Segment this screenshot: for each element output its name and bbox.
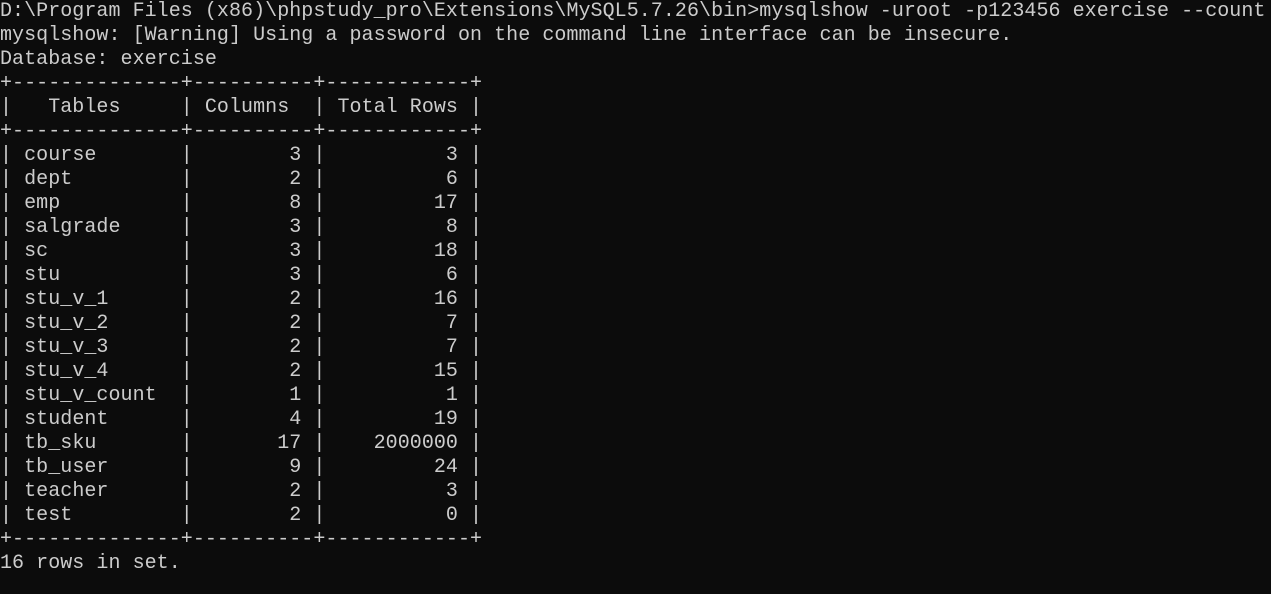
database-line: Database: exercise [0,48,217,71]
table-cell-columns: 2 [204,360,302,383]
table-cell-rows: 6 [337,264,458,287]
table-cell-rows: 1 [337,384,458,407]
table-cell-rows: 18 [337,240,458,263]
command-line: D:\Program Files (x86)\phpstudy_pro\Exte… [0,0,1266,23]
table-cell-columns: 1 [204,384,302,407]
table-cell-columns: 2 [204,288,302,311]
table-row: | tb_user | 9 | 24 | [0,456,483,479]
table-header-border: +--------------+----------+------------+ [0,120,483,143]
table-cell-rows: 6 [337,168,458,191]
table-cell-rows: 2000000 [337,432,458,455]
table-cell-table: emp [24,192,169,215]
table-cell-rows: 24 [337,456,458,479]
table-cell-table: tb_user [24,456,169,479]
table-cell-table: tb_sku [24,432,169,455]
table-cell-table: stu_v_2 [24,312,169,335]
table-header-row: | Tables | Columns | Total Rows | [0,96,483,119]
table-cell-columns: 2 [204,168,302,191]
table-cell-columns: 9 [204,456,302,479]
table-cell-columns: 3 [204,216,302,239]
table-cell-columns: 2 [204,480,302,503]
table-row: | stu_v_1 | 2 | 16 | [0,288,483,311]
table-row: | stu_v_2 | 2 | 7 | [0,312,483,335]
table-cell-table: stu_v_4 [24,360,169,383]
table-bottom-border: +--------------+----------+------------+ [0,528,483,551]
table-row: | dept | 2 | 6 | [0,168,483,191]
table-cell-table: dept [24,168,169,191]
table-cell-table: stu [24,264,169,287]
table-row: | course | 3 | 3 | [0,144,483,167]
table-cell-table: stu_v_count [24,384,169,407]
table-cell-rows: 3 [337,480,458,503]
table-row: | stu_v_3 | 2 | 7 | [0,336,483,359]
table-cell-table: stu_v_3 [24,336,169,359]
table-cell-table: sc [24,240,169,263]
table-row: | test | 2 | 0 | [0,504,483,527]
table-row: | stu | 3 | 6 | [0,264,483,287]
table-cell-rows: 16 [337,288,458,311]
table-row: | stu_v_count | 1 | 1 | [0,384,483,407]
table-cell-rows: 17 [337,192,458,215]
table-cell-table: student [24,408,169,431]
table-row: | teacher | 2 | 3 | [0,480,483,503]
table-cell-rows: 0 [337,504,458,527]
table-row: | salgrade | 3 | 8 | [0,216,483,239]
table-cell-rows: 19 [337,408,458,431]
table-cell-columns: 3 [204,144,302,167]
table-cell-table: test [24,504,169,527]
table-cell-table: course [24,144,169,167]
table-cell-columns: 4 [204,408,302,431]
table-cell-columns: 2 [204,312,302,335]
table-cell-rows: 7 [337,312,458,335]
table-cell-columns: 17 [204,432,302,455]
table-row: | student | 4 | 19 | [0,408,483,431]
table-row: | emp | 8 | 17 | [0,192,483,215]
table-cell-table: stu_v_1 [24,288,169,311]
table-cell-columns: 2 [204,336,302,359]
table-cell-rows: 15 [337,360,458,383]
table-row: | sc | 3 | 18 | [0,240,483,263]
table-cell-columns: 3 [204,240,302,263]
table-cell-rows: 3 [337,144,458,167]
table-cell-columns: 3 [204,264,302,287]
table-cell-rows: 7 [337,336,458,359]
terminal-window[interactable]: D:\Program Files (x86)\phpstudy_pro\Exte… [0,0,1271,594]
summary-line: 16 rows in set. [0,552,181,575]
table-cell-columns: 2 [204,504,302,527]
table-cell-columns: 8 [204,192,302,215]
table-cell-table: teacher [24,480,169,503]
table-row: | stu_v_4 | 2 | 15 | [0,360,483,383]
table-row: | tb_sku | 17 | 2000000 | [0,432,483,455]
table-cell-table: salgrade [24,216,169,239]
warning-line: mysqlshow: [Warning] Using a password on… [0,24,1013,47]
table-top-border: +--------------+----------+------------+ [0,72,483,95]
table-cell-rows: 8 [337,216,458,239]
